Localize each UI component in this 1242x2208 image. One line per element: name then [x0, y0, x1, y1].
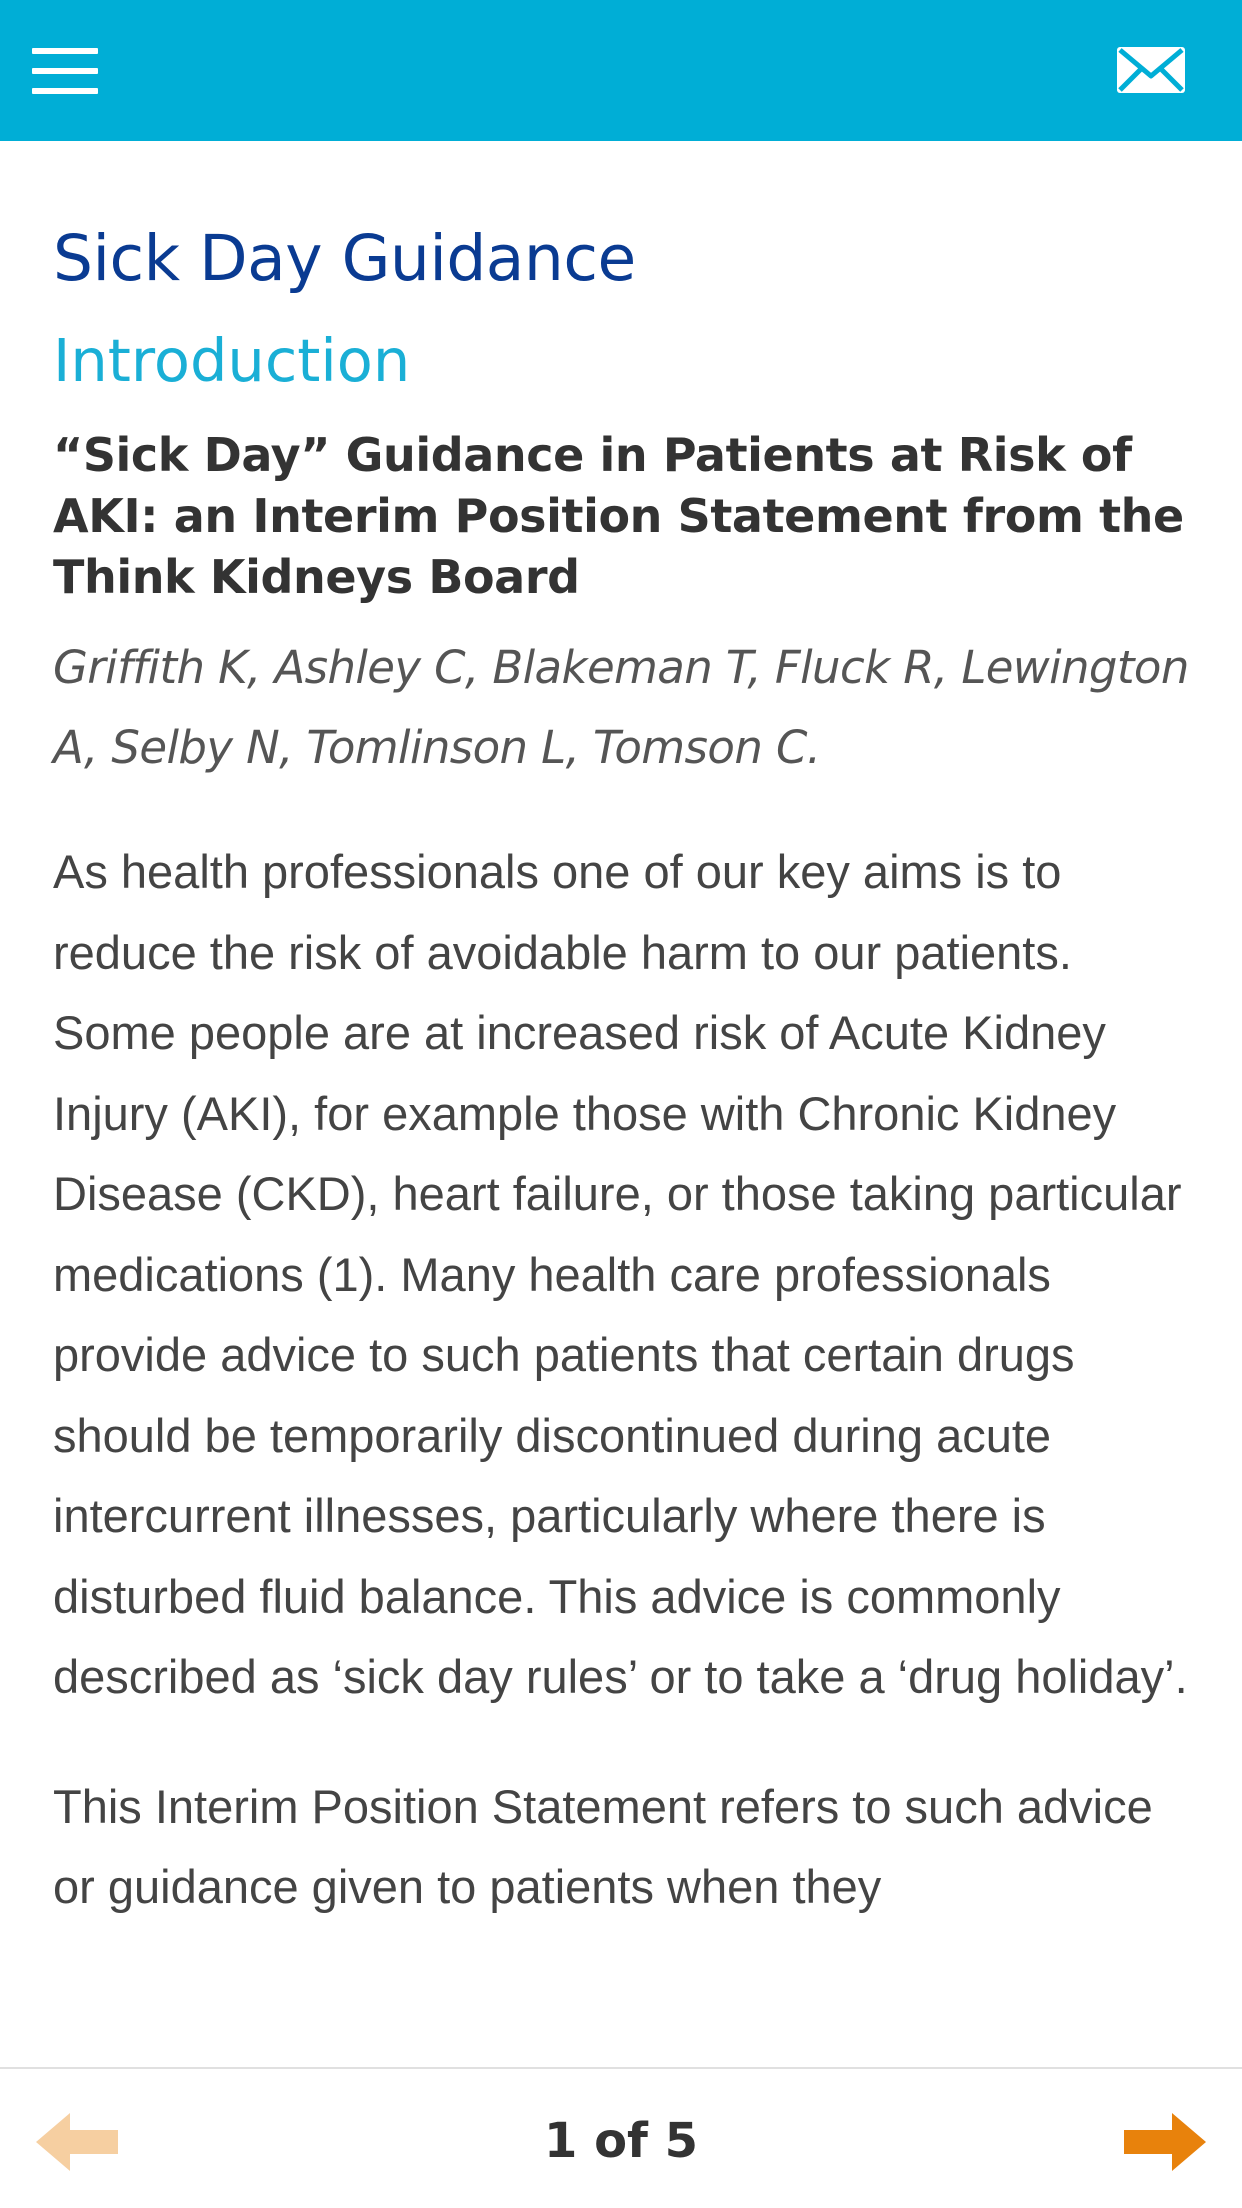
- hamburger-menu-icon-bar-3: [32, 88, 98, 94]
- paragraph: This Interim Position Statement refers t…: [53, 1779, 1153, 1914]
- page-indicator: 1 of 5: [543, 2113, 699, 2169]
- hamburger-menu-icon: [32, 48, 98, 54]
- pagination-bar: 1 of 5: [0, 2067, 1242, 2208]
- app-screen: Sick Day Guidance Introduction “Sick Day…: [0, 0, 1242, 2208]
- section-title: Introduction: [53, 326, 411, 395]
- envelope-icon: [1117, 47, 1185, 93]
- paragraph: As health professionals one of our key a…: [53, 845, 1188, 1703]
- next-page-button[interactable]: [1122, 2111, 1208, 2173]
- article-body: Sick Day Guidance Introduction “Sick Day…: [53, 221, 1193, 1928]
- arrow-left-icon: [36, 2113, 118, 2171]
- article-title: “Sick Day” Guidance in Patients at Risk …: [53, 428, 1184, 604]
- article-content[interactable]: Sick Day Guidance Introduction “Sick Day…: [0, 141, 1242, 2067]
- authors-list: Griffith K, Ashley C, Blakeman T, Fluck …: [53, 641, 1189, 774]
- email-button[interactable]: [1116, 46, 1196, 102]
- menu-button[interactable]: [28, 40, 104, 102]
- page-title: Sick Day Guidance: [53, 222, 636, 295]
- previous-page-button[interactable]: [34, 2111, 120, 2173]
- top-app-bar: [0, 0, 1242, 141]
- hamburger-menu-icon-bar-2: [32, 68, 98, 74]
- arrow-right-icon: [1124, 2113, 1206, 2171]
